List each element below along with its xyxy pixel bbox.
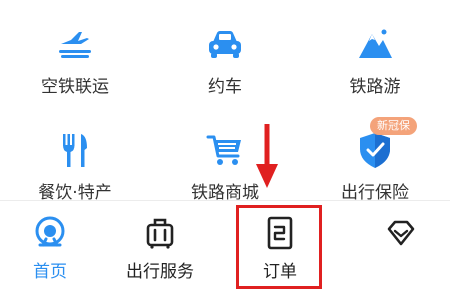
car-icon: [205, 24, 245, 64]
mountain-icon: [355, 24, 395, 64]
tab-mine[interactable]: [352, 201, 450, 297]
luggage-icon: [142, 215, 178, 251]
down-arrow-annotation: [256, 124, 278, 188]
bottom-tab-bar: 首页 出行服务 订单: [0, 200, 450, 297]
service-plane-train[interactable]: 空铁联运: [0, 0, 150, 110]
order-document-icon: [262, 215, 298, 251]
new-badge: 新冠保: [370, 117, 417, 135]
service-label: 铁路游: [349, 77, 401, 97]
tab-orders[interactable]: 订单: [236, 201, 324, 297]
service-label: 空铁联运: [41, 77, 109, 97]
tab-label: 订单: [263, 262, 297, 282]
service-food[interactable]: 餐饮·特产: [0, 110, 150, 203]
tab-travel-service[interactable]: 出行服务: [100, 201, 220, 297]
service-rail-tour[interactable]: 铁路游: [300, 0, 450, 110]
diamond-icon: [383, 215, 419, 251]
tab-label: 出行服务: [126, 262, 194, 282]
plane-train-icon: [55, 24, 95, 64]
tab-label: 首页: [33, 262, 67, 282]
home-train-icon: [32, 215, 68, 251]
service-label: 约车: [208, 77, 242, 97]
service-car[interactable]: 约车: [150, 0, 300, 110]
fork-knife-icon: [55, 130, 95, 170]
shopping-cart-icon: [205, 130, 245, 170]
tab-home[interactable]: 首页: [0, 201, 100, 297]
shield-icon: [355, 130, 395, 170]
service-insurance[interactable]: 新冠保 出行保险: [300, 110, 450, 203]
